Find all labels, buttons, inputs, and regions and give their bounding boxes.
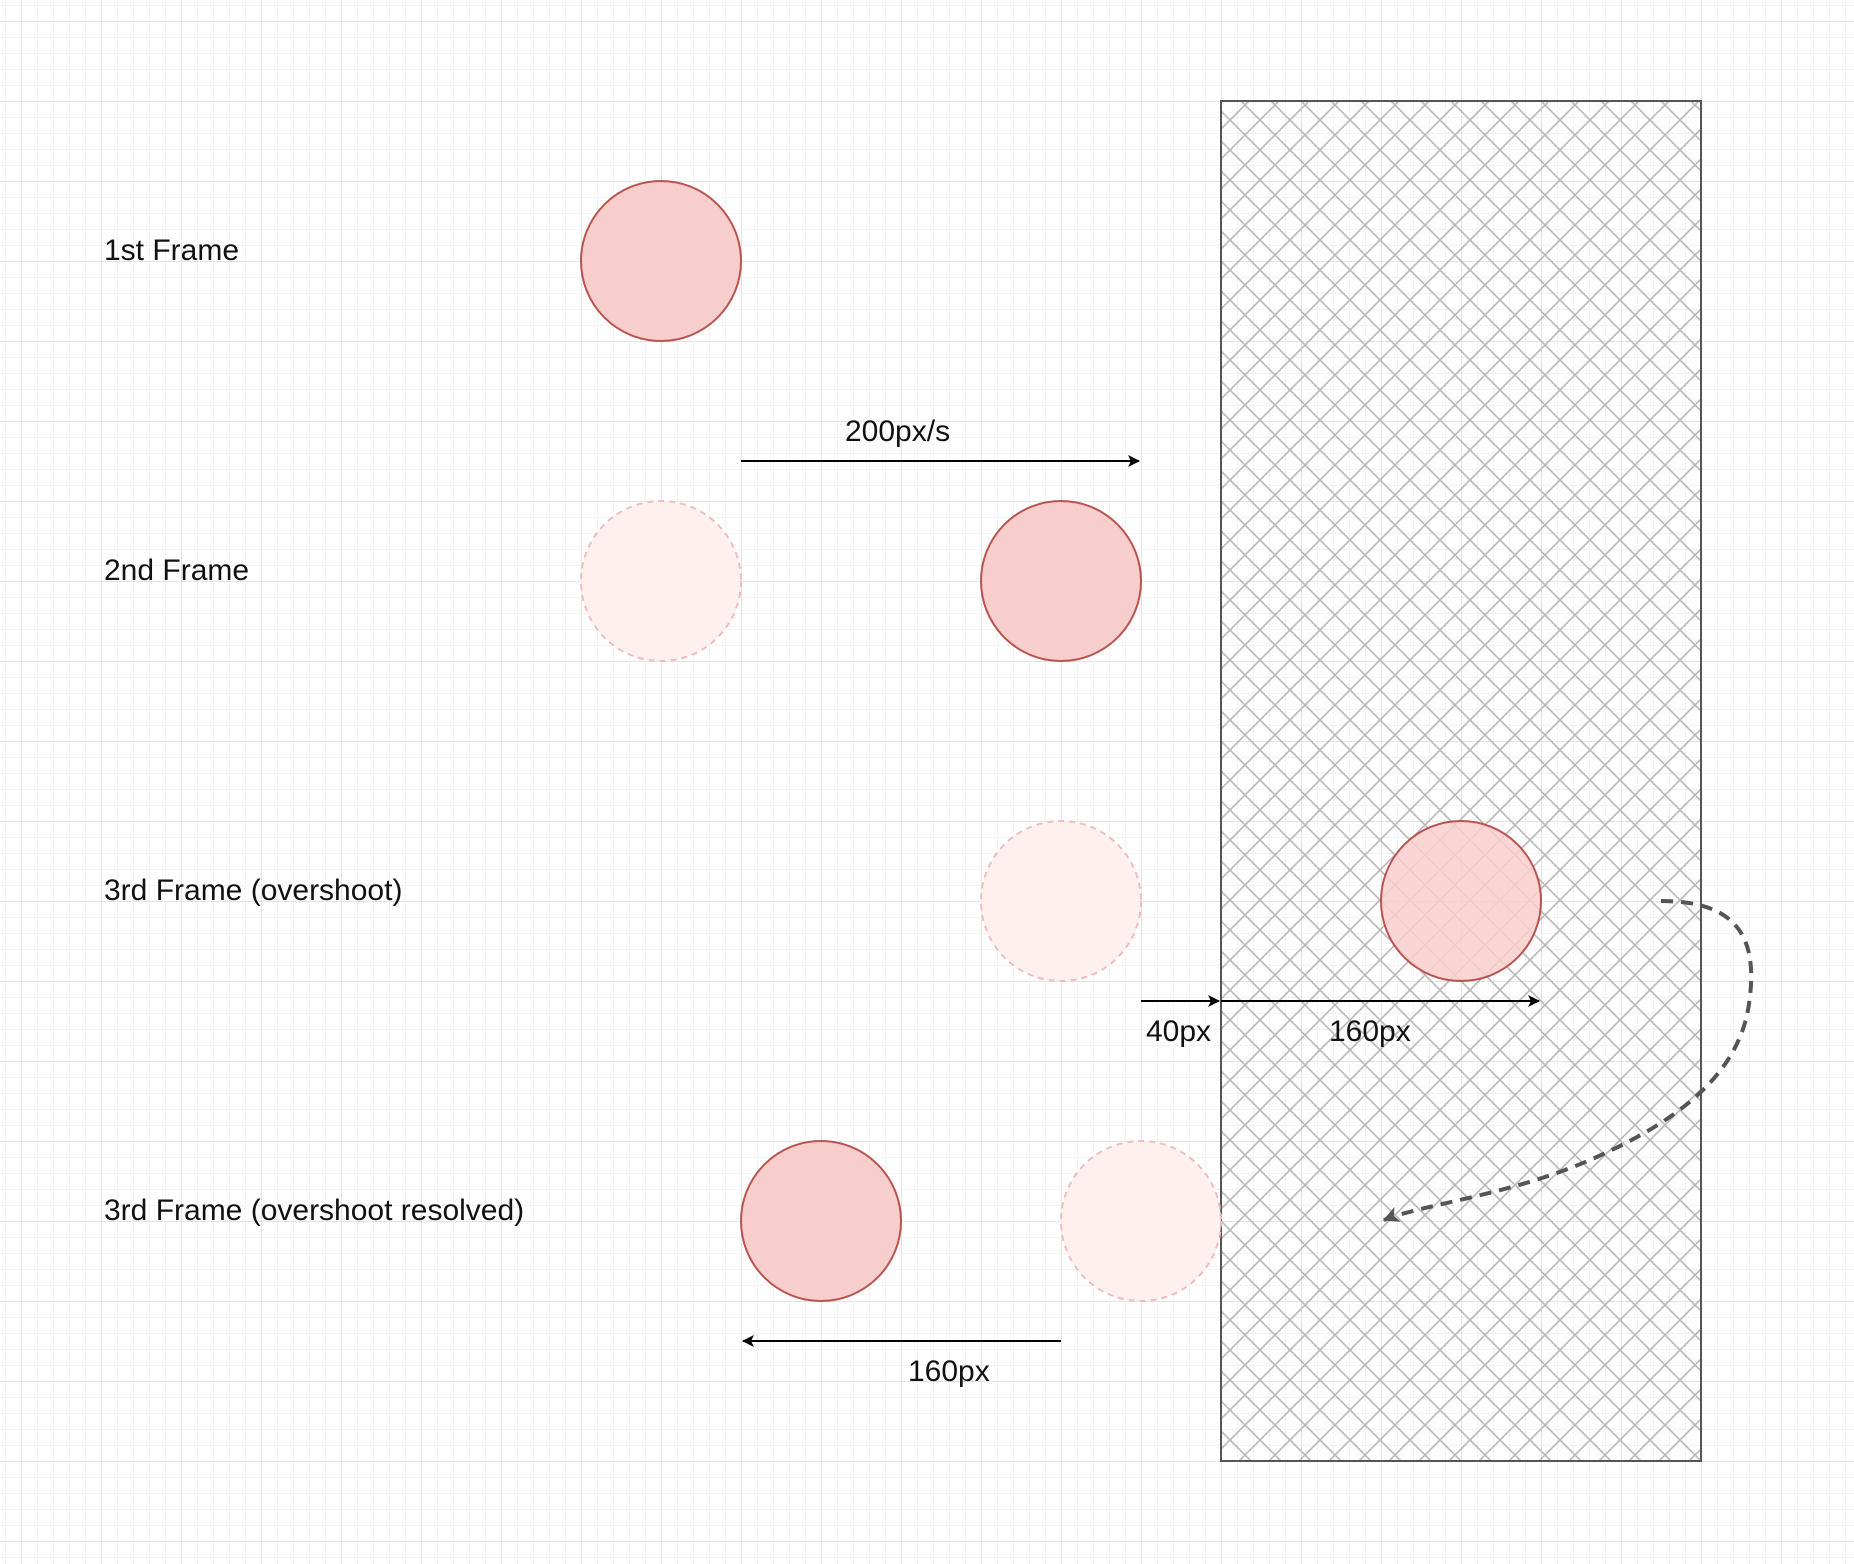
ball-frame2 — [980, 500, 1142, 662]
row-label-frame2: 2nd Frame — [104, 554, 250, 587]
penetration-160px-label: 160px — [1329, 1015, 1411, 1048]
pushback-160px-label: 160px — [908, 1355, 990, 1388]
ghost-ball-frame3 — [980, 820, 1142, 982]
wall — [1220, 100, 1702, 1462]
ball-frame1 — [580, 180, 742, 342]
diagram-canvas — [580, 100, 1754, 1462]
ghost-ball-frame3-resolved — [1060, 1140, 1222, 1302]
ball-frame3-overshoot — [1380, 820, 1542, 982]
ghost-ball-frame2 — [580, 500, 742, 662]
row-label-frame3-overshoot: 3rd Frame (overshoot) — [104, 874, 403, 907]
row-label-frame3-resolved: 3rd Frame (overshoot resolved) — [104, 1194, 525, 1227]
ball-frame3-resolved — [740, 1140, 902, 1302]
row-label-frame1: 1st Frame — [104, 234, 240, 267]
velocity-label: 200px/s — [845, 415, 951, 448]
penetration-40px-label: 40px — [1146, 1015, 1212, 1048]
